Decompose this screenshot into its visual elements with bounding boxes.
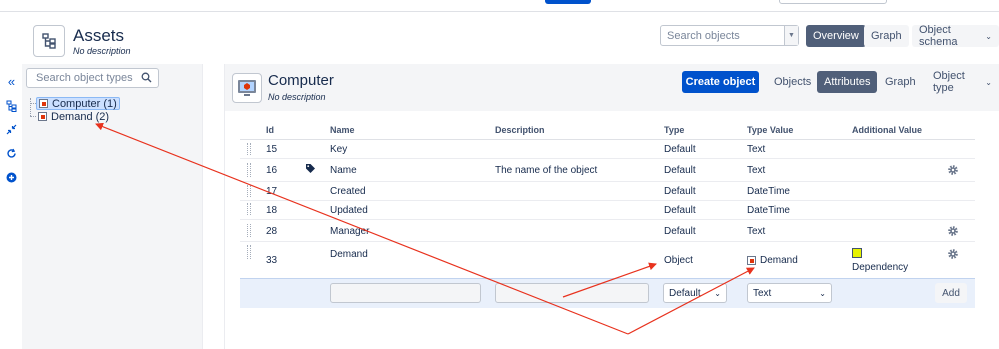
gear-icon[interactable] [947,164,959,176]
tree-item-label: Demand (2) [51,110,110,123]
cell-type-value: DateTime [747,205,790,216]
object-schema-label: Object schema [919,24,958,48]
column-header-name[interactable]: Name [330,125,355,135]
type-value-label: Demand [760,255,798,266]
gear-icon[interactable] [947,225,959,237]
drag-handle-icon[interactable] [247,163,251,177]
row-divider [240,241,975,242]
tab-object-type[interactable]: Object type ⌄ [926,70,999,94]
graph-button[interactable]: Graph [864,25,909,47]
search-objects-input[interactable] [661,26,783,45]
search-icon[interactable] [141,72,152,86]
cell-name[interactable]: Name [330,165,357,176]
page-title: Assets [73,26,125,45]
cell-id: 16 [266,165,278,176]
drag-handle-icon[interactable] [247,185,251,197]
tree-item-label: Computer (1) [52,97,117,110]
row-divider [240,219,975,220]
drag-handle-icon[interactable] [247,203,251,215]
column-header-id[interactable]: Id [266,125,274,135]
chevron-down-icon: ⌄ [819,288,826,298]
tab-object-type-label: Object type [933,70,965,94]
cell-type-value: Text [747,144,766,155]
column-header-description[interactable]: Description [495,125,545,135]
cell-type: Default [664,186,696,197]
tree-item-computer[interactable]: Computer (1) [36,97,120,110]
tab-attributes[interactable]: Attributes [817,71,878,93]
cell-type: Default [664,205,696,216]
object-type-title: Computer [268,72,334,89]
drag-handle-icon[interactable] [247,224,251,237]
cell-id: 18 [266,205,278,216]
search-objects-field[interactable]: ▼ [660,25,799,46]
new-attribute-type-value-select[interactable]: Text ⌄ [747,283,832,303]
computer-type-icon [39,99,48,108]
new-attribute-type-select[interactable]: Default ⌄ [663,283,727,303]
cell-name[interactable]: Key [330,144,347,155]
chevron-down-icon: ⌄ [985,31,992,41]
chevron-down-icon[interactable]: ▼ [784,26,798,45]
chevron-down-icon: ⌄ [985,77,992,87]
object-type-description: No description [268,92,326,102]
add-attribute-button[interactable]: Add [935,283,967,303]
computer-object-type-icon [232,73,262,103]
top-nav-search[interactable] [779,0,887,4]
cell-type-value[interactable]: Demand [747,255,798,266]
assets-schema-icon [33,25,65,57]
selected-option: Default [669,287,701,299]
object-schema-button[interactable]: Object schema ⌄ [912,24,999,48]
tree-connector [30,98,31,116]
cell-type-value: Text [747,226,766,237]
cell-type: Default [664,144,696,155]
top-nav-active-button[interactable] [545,0,591,4]
cell-name[interactable]: Created [330,186,366,197]
cell-name[interactable]: Manager [330,226,369,237]
object-type-search-input[interactable] [27,69,139,87]
hierarchy-icon[interactable] [5,99,18,112]
new-attribute-name-input[interactable] [330,283,481,303]
overview-button[interactable]: Overview [806,25,866,47]
tree-toolbar [202,64,225,349]
cell-description: The name of the object [495,165,598,176]
cell-type: Object [664,255,693,266]
chevron-down-icon: ⌄ [714,288,721,298]
minimize-icon[interactable] [5,123,18,136]
cell-id: 17 [266,186,278,197]
label-tag-icon [305,163,316,177]
new-attribute-description-input[interactable] [495,283,649,303]
column-header-type[interactable]: Type [664,125,684,135]
tab-graph[interactable]: Graph [878,71,923,93]
row-divider [240,200,975,201]
cell-id: 33 [266,255,278,266]
row-divider [240,158,975,159]
dependency-color-swatch [852,248,862,258]
object-type-search-field[interactable] [26,68,159,88]
add-icon[interactable] [5,171,18,184]
tab-objects[interactable]: Objects [767,71,818,93]
selected-option: Text [753,287,772,299]
column-header-additional-value[interactable]: Additional Value [852,125,922,135]
cell-type-value: Text [747,165,766,176]
create-object-button[interactable]: Create object [682,71,759,93]
row-divider [240,181,975,182]
refresh-icon[interactable] [5,147,18,160]
cell-id: 15 [266,144,278,155]
demand-type-icon [747,256,756,265]
cell-name[interactable]: Demand [330,249,368,260]
cell-type: Default [664,165,696,176]
drag-handle-icon[interactable] [247,143,251,155]
cell-type: Default [664,226,696,237]
gear-icon[interactable] [947,248,959,260]
cell-type-value: DateTime [747,186,790,197]
column-header-type-value[interactable]: Type Value [747,125,793,135]
table-header-divider [240,139,975,140]
page-description: No description [73,46,131,56]
tree-item-demand[interactable]: Demand (2) [36,110,111,123]
cell-id: 28 [266,226,278,237]
cell-name[interactable]: Updated [330,205,368,216]
cell-additional-value: Dependency [852,262,909,273]
drag-handle-icon[interactable] [247,245,251,259]
collapse-icon[interactable]: « [5,74,18,89]
demand-type-icon [38,112,47,121]
